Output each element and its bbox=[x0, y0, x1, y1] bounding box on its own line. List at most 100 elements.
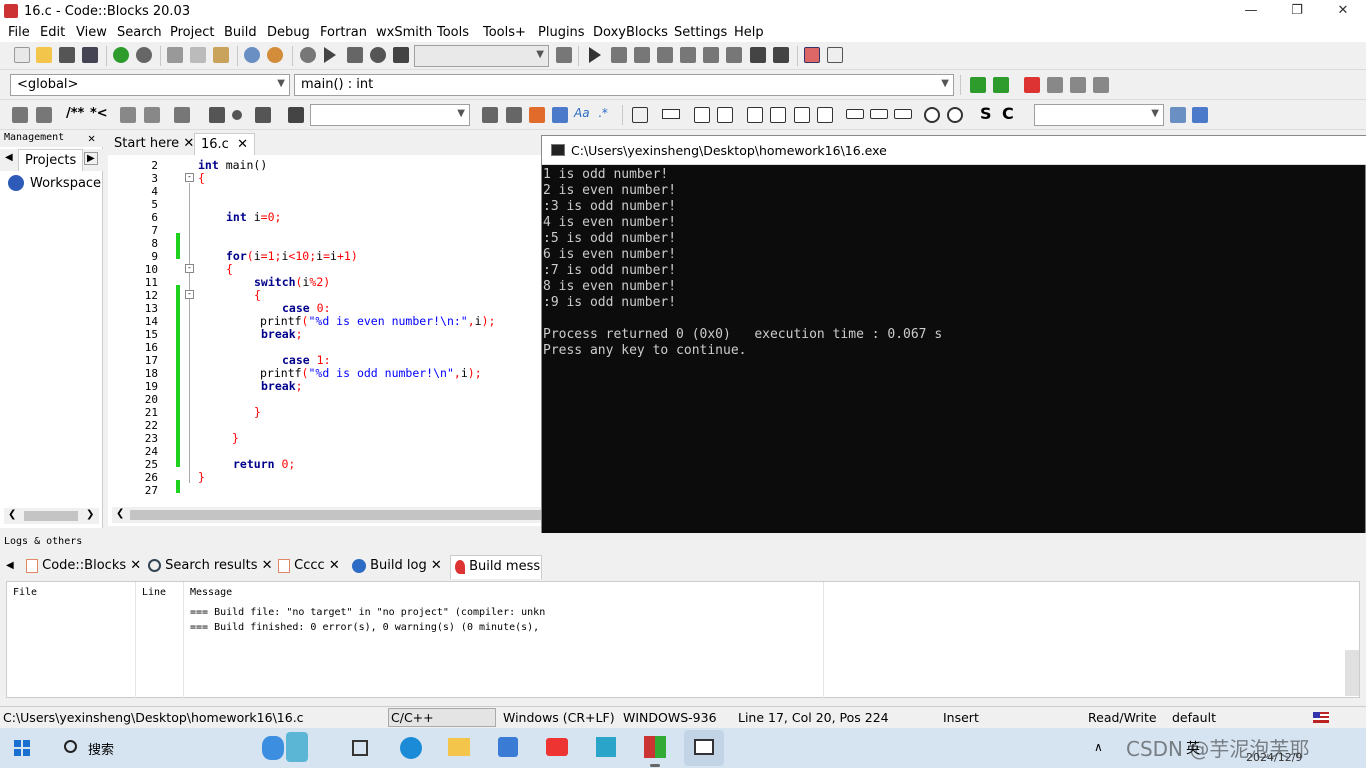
shape-f-icon[interactable] bbox=[870, 109, 888, 119]
console-task-button[interactable] bbox=[684, 730, 724, 766]
table-row[interactable]: === Build file: "no target" in "no proje… bbox=[190, 607, 545, 618]
maximize-button[interactable]: ❐ bbox=[1274, 0, 1320, 22]
comment-tools-icon[interactable] bbox=[36, 107, 52, 123]
menu-wxsmith[interactable]: wxSmith bbox=[376, 25, 432, 40]
menu-edit[interactable]: Edit bbox=[40, 25, 65, 40]
widget-icon[interactable] bbox=[286, 732, 308, 762]
logs-scroll-left-icon[interactable]: ◀ bbox=[6, 560, 14, 571]
shape-b-icon[interactable] bbox=[770, 107, 786, 123]
doxywizard-icon[interactable] bbox=[120, 107, 136, 123]
run-to-cursor-icon[interactable] bbox=[611, 47, 627, 63]
target-options-icon[interactable] bbox=[556, 47, 572, 63]
replace-icon[interactable] bbox=[267, 47, 283, 63]
menu-debug[interactable]: Debug bbox=[267, 25, 310, 40]
file-explorer-icon[interactable] bbox=[448, 738, 470, 756]
shape-c-icon[interactable] bbox=[794, 107, 810, 123]
management-hscrollbar[interactable]: ❮ ❯ bbox=[4, 508, 99, 524]
log-tab-build-log[interactable]: Build log ✕ bbox=[348, 555, 446, 579]
menu-build[interactable]: Build bbox=[224, 25, 257, 40]
step-out-icon[interactable] bbox=[680, 47, 696, 63]
fold-marker-icon[interactable]: - bbox=[185, 173, 194, 182]
pause-icon[interactable] bbox=[750, 47, 766, 63]
shape-e-icon[interactable] bbox=[846, 109, 864, 119]
log-tab-codeblocks[interactable]: Code::Blocks ✕ bbox=[22, 555, 145, 579]
tab-scroll-right-icon[interactable]: ▶ bbox=[84, 152, 98, 165]
prev-bookmark-icon[interactable] bbox=[1047, 77, 1063, 93]
settings-wrench-icon[interactable] bbox=[1192, 107, 1208, 123]
jump-back-icon[interactable] bbox=[970, 77, 986, 93]
app-icon[interactable] bbox=[596, 737, 616, 757]
search-back-icon[interactable] bbox=[482, 107, 498, 123]
tab-start-here[interactable]: Start here ✕ bbox=[108, 133, 200, 155]
search-icon[interactable] bbox=[64, 740, 77, 753]
c-button-icon[interactable]: C bbox=[1002, 104, 1014, 123]
zoom-in-icon[interactable] bbox=[924, 107, 940, 123]
incremental-search-icon[interactable] bbox=[288, 107, 304, 123]
undo-icon[interactable] bbox=[113, 47, 129, 63]
tab-scroll-left-icon[interactable]: ◀ bbox=[5, 152, 13, 163]
next-change-icon[interactable] bbox=[255, 107, 271, 123]
prev-change-icon[interactable] bbox=[209, 107, 225, 123]
editor-hscrollbar[interactable]: ❮ bbox=[112, 507, 542, 523]
stop-debug-icon[interactable] bbox=[773, 47, 789, 63]
shape-g-icon[interactable] bbox=[894, 109, 912, 119]
shape-a-icon[interactable] bbox=[747, 107, 763, 123]
new-file-icon[interactable] bbox=[14, 47, 30, 63]
redo-icon[interactable] bbox=[136, 47, 152, 63]
menu-tools[interactable]: Tools bbox=[437, 25, 469, 40]
toggle-bookmark-icon[interactable] bbox=[1024, 77, 1040, 93]
build-run-icon[interactable] bbox=[347, 47, 363, 63]
regex-icon[interactable]: .* bbox=[598, 106, 608, 120]
symbol-select[interactable]: main() : int ▼ bbox=[294, 74, 954, 96]
log-tab-build-messages[interactable]: Build messages bbox=[450, 555, 542, 579]
debug-info-icon[interactable] bbox=[827, 47, 843, 63]
zoom-out-icon[interactable] bbox=[947, 107, 963, 123]
tab-16c[interactable]: 16.c ✕ bbox=[194, 133, 255, 155]
selected-text-icon[interactable] bbox=[552, 107, 568, 123]
current-change-icon[interactable] bbox=[232, 110, 242, 120]
store-icon[interactable] bbox=[498, 737, 518, 757]
edge-icon[interactable] bbox=[400, 737, 422, 759]
rectangle-icon[interactable] bbox=[662, 109, 680, 119]
doxy-line-comment-icon[interactable]: *< bbox=[90, 106, 108, 121]
doxy-block-comment-icon[interactable]: /** bbox=[66, 106, 84, 121]
widget-icon[interactable] bbox=[262, 736, 284, 760]
clock-date[interactable]: 2024/12/9 bbox=[1246, 751, 1302, 764]
text-icon[interactable] bbox=[717, 107, 733, 123]
copy-icon[interactable] bbox=[190, 47, 206, 63]
extract-docs-icon[interactable] bbox=[144, 107, 160, 123]
menu-doxyblocks[interactable]: DoxyBlocks bbox=[593, 25, 668, 40]
close-tab-icon[interactable]: ✕ bbox=[237, 137, 248, 152]
menu-file[interactable]: File bbox=[8, 25, 30, 40]
extra-select[interactable]: ▼ bbox=[1034, 104, 1164, 126]
tray-chevron-icon[interactable]: ∧ bbox=[1094, 740, 1103, 754]
table-row[interactable]: === Build finished: 0 error(s), 0 warnin… bbox=[190, 622, 539, 633]
open-folder-icon[interactable] bbox=[36, 47, 52, 63]
paste-icon[interactable] bbox=[213, 47, 229, 63]
workspace-item[interactable]: Workspace bbox=[30, 176, 101, 191]
close-button[interactable]: ✕ bbox=[1320, 0, 1366, 22]
build-target-select[interactable]: ▼ bbox=[414, 45, 549, 67]
step-instruction-icon[interactable] bbox=[726, 47, 742, 63]
scope-select[interactable]: <global> ▼ bbox=[10, 74, 290, 96]
taskbar-search-label[interactable]: 搜索 bbox=[88, 739, 114, 758]
search-forward-icon[interactable] bbox=[506, 107, 522, 123]
menu-settings[interactable]: Settings bbox=[674, 25, 727, 40]
search-icon[interactable] bbox=[1170, 107, 1186, 123]
tab-projects[interactable]: Projects bbox=[18, 149, 84, 171]
close-tab-icon[interactable]: ✕ bbox=[431, 558, 442, 573]
rebuild-icon[interactable] bbox=[370, 47, 386, 63]
save-all-icon[interactable] bbox=[82, 47, 98, 63]
wps-icon[interactable] bbox=[546, 738, 568, 756]
debug-windows-icon[interactable] bbox=[804, 47, 820, 63]
close-tab-icon[interactable]: ✕ bbox=[183, 136, 194, 151]
next-instruction-icon[interactable] bbox=[703, 47, 719, 63]
minimize-button[interactable]: — bbox=[1228, 0, 1274, 22]
menu-fortran[interactable]: Fortran bbox=[320, 25, 367, 40]
start-icon[interactable] bbox=[14, 740, 30, 756]
close-panel-icon[interactable]: ✕ bbox=[88, 131, 95, 145]
codeblocks-icon[interactable] bbox=[644, 736, 666, 758]
next-line-icon[interactable] bbox=[634, 47, 650, 63]
match-case-icon[interactable]: Aa bbox=[574, 106, 590, 120]
wrench-icon[interactable] bbox=[174, 107, 190, 123]
